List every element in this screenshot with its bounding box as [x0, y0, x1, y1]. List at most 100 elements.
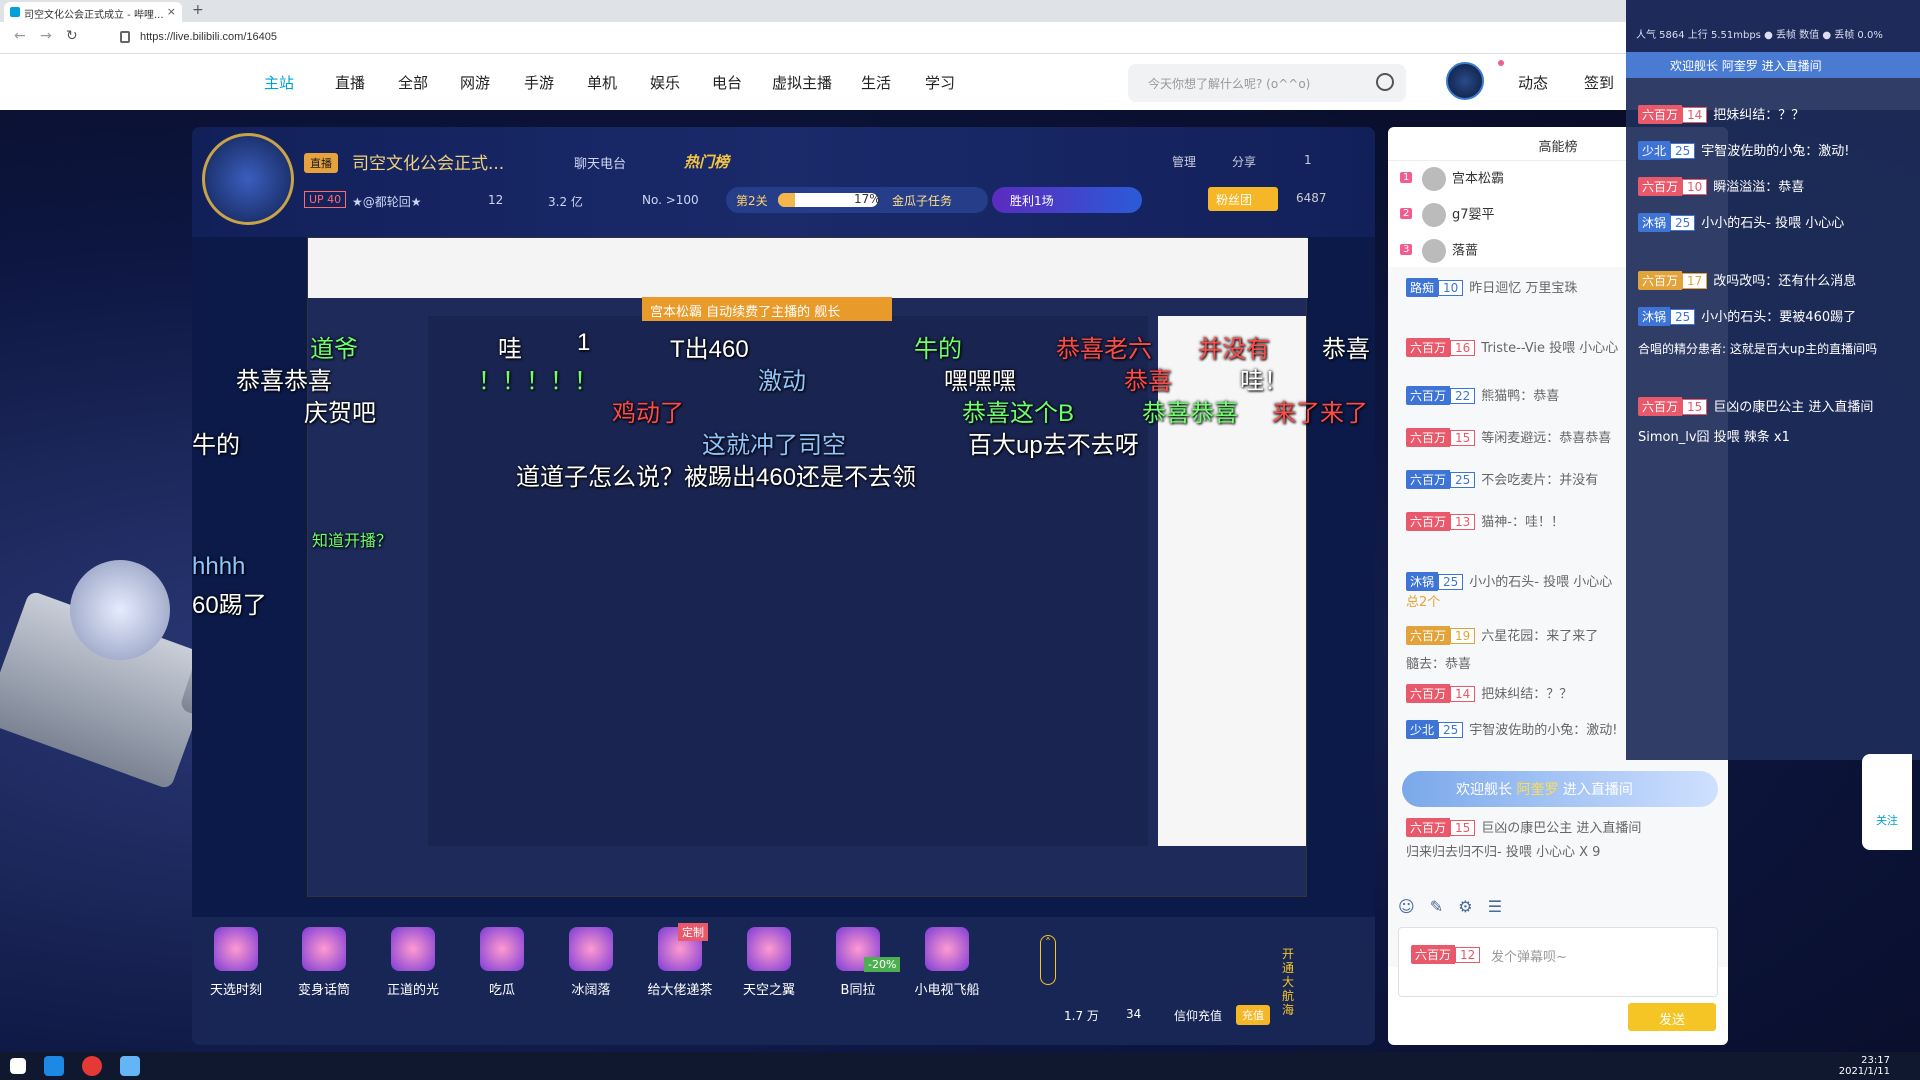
message-text: 把妹纠结：？？ [1481, 687, 1573, 702]
fan-medal[interactable]: 沐锅 [1406, 572, 1439, 591]
palette-icon[interactable]: ✎ [1430, 897, 1443, 916]
gift-item[interactable]: 天空之翼 [729, 927, 809, 998]
dynamics-link[interactable]: 动态 [1518, 72, 1548, 93]
video-stream[interactable]: 宫本松霸 自动续费了主播的 舰长 道爷 哇 1 T出460 牛的 恭喜老六 并没… [192, 237, 1375, 1027]
input-medal[interactable]: 六百万 12 [1411, 944, 1486, 964]
recharge-link[interactable]: 信仰充值 [1174, 1007, 1222, 1024]
message-text: 把妹纠结：？？ [1713, 108, 1805, 123]
emoji-icon[interactable]: ☺ [1398, 897, 1415, 916]
nav-item-radio[interactable]: 电台 [712, 72, 742, 93]
reload-icon[interactable]: ↻ [66, 28, 78, 44]
rank-value[interactable]: No. >100 [642, 193, 699, 207]
fan-medal[interactable]: 少北 [1406, 720, 1439, 739]
danmaku: 恭喜这个B [962, 400, 1075, 427]
avatar [1422, 167, 1446, 191]
rank-row[interactable]: 3 落蔷 [1400, 239, 1478, 269]
send-button[interactable]: 发送 [1628, 1003, 1716, 1031]
nav-item-life[interactable]: 生活 [861, 72, 891, 93]
overlay-message: 六百万 10 瞬溢溢溢：恭喜 [1638, 176, 1804, 196]
gift-lottery[interactable]: 天选时刻 [196, 927, 276, 998]
fan-medal[interactable]: 六百万 [1406, 684, 1451, 703]
danmaku: 嘿嘿嘿 [944, 368, 1016, 395]
hot-rank-label[interactable]: 热门榜 [684, 151, 729, 172]
fan-medal: 六百万 [1411, 945, 1456, 964]
recharge-button[interactable]: 充值 [1236, 1005, 1270, 1025]
forward-icon[interactable]: → [40, 28, 52, 44]
nav-item-mobile-games[interactable]: 手游 [524, 72, 554, 93]
welcome-prefix: 欢迎舰长 [1456, 782, 1512, 798]
nav-item-all[interactable]: 全部 [398, 72, 428, 93]
message-text: 改吗改吗：还有什么消息 [1713, 274, 1857, 289]
gift-item[interactable]: 吃瓜 [462, 927, 542, 998]
room-category[interactable]: 聊天电台 [574, 153, 626, 172]
chat-message: 六百万 15 等闲麦避远：恭喜恭喜 [1406, 427, 1611, 447]
fan-medal[interactable]: 六百万 [1406, 512, 1451, 531]
danmaku: 道爷 [310, 336, 358, 363]
overlay-message: 沐锅 25 小小的石头- 投喂 小心心 [1638, 212, 1844, 232]
nav-item-entertainment[interactable]: 娱乐 [650, 72, 680, 93]
fan-medal-level: 12 [1455, 947, 1481, 963]
rank-row[interactable]: 2 g7婴平 [1400, 203, 1495, 233]
gift-item[interactable]: 小电视飞船 [907, 927, 987, 998]
fan-medal[interactable]: 六百万 [1406, 626, 1451, 645]
history-icon[interactable]: ☰ [1488, 897, 1502, 916]
windows-start-icon[interactable] [10, 1058, 26, 1074]
open-fleet-button[interactable]: 开通大航海 [1282, 947, 1298, 1017]
fan-medal[interactable]: 六百万 [1406, 470, 1451, 489]
message-text: 六星花园：来了来了 [1481, 629, 1599, 644]
fan-medal[interactable]: 路痴 [1406, 278, 1439, 297]
fan-medal-level: 15 [1682, 399, 1708, 415]
search-input[interactable]: 今天你想了解什么呢? (o^^o) [1148, 75, 1310, 92]
url-field[interactable]: https://live.bilibili.com/16405 [140, 31, 277, 43]
streamer-name[interactable]: ★@都轮回★ [352, 193, 422, 210]
overlay-message: 六百万 17 改吗改吗：还有什么消息 [1638, 270, 1856, 290]
up-level-badge: UP 40 [304, 191, 347, 208]
close-tab-icon[interactable]: × [167, 5, 176, 18]
app-taskbar-icon[interactable] [82, 1056, 102, 1076]
checkin-link[interactable]: 签到 [1584, 72, 1614, 93]
danmaku: 哇！ [1240, 368, 1288, 395]
danmaku-input-box[interactable]: 六百万 12 发个弹幕呗~ [1398, 927, 1718, 997]
manage-button[interactable]: 管理 [1172, 153, 1196, 170]
gift-item[interactable]: 变身话筒 [284, 927, 364, 998]
gift-item[interactable]: 正道的光 [373, 927, 453, 998]
gift-label: B同拉 [840, 983, 876, 998]
user-avatar[interactable] [1446, 62, 1484, 100]
fans-club-button[interactable]: 粉丝团 [1208, 187, 1278, 211]
fan-medal-level: 14 [1682, 107, 1708, 123]
browser-tab[interactable]: 司空文化公会正式成立 - 哔哩... × [4, 2, 182, 22]
nav-item-vtuber[interactable]: 虚拟主播 [772, 72, 832, 93]
nav-item-home[interactable]: 主站 [264, 72, 294, 93]
fan-medal: 六百万 [1638, 105, 1683, 124]
share-button[interactable]: 分享 [1232, 153, 1256, 170]
nav-item-online-games[interactable]: 网游 [460, 72, 490, 93]
search-icon[interactable] [1376, 73, 1394, 91]
new-tab-icon[interactable]: + [192, 2, 204, 18]
system-clock[interactable]: 23:17 2021/1/11 [1839, 1055, 1890, 1077]
follow-button[interactable]: 关注 [1862, 754, 1912, 850]
danmaku-input[interactable]: 发个弹幕呗~ [1491, 946, 1567, 965]
gift-message: 归来归去归不归- 投喂 小心心 X 9 [1406, 845, 1601, 860]
nav-item-study[interactable]: 学习 [925, 72, 955, 93]
mission-progress[interactable]: 第2关 17% 金瓜子任务 [726, 187, 988, 213]
nav-item-single-player[interactable]: 单机 [587, 72, 617, 93]
fan-medal-level: 25 [1670, 215, 1696, 231]
wing-gift-icon [747, 927, 791, 971]
gift-item[interactable]: 冰阔落 [551, 927, 631, 998]
back-icon[interactable]: ← [14, 28, 26, 44]
browser-taskbar-icon[interactable] [44, 1056, 64, 1076]
search-box[interactable]: 今天你想了解什么呢? (o^^o) [1128, 64, 1406, 102]
streamer-avatar[interactable] [202, 133, 294, 225]
fan-medal[interactable]: 六百万 [1406, 386, 1451, 405]
settings-icon[interactable]: ⚙ [1458, 897, 1472, 916]
window-taskbar-icon[interactable] [120, 1056, 140, 1076]
chevron-up-icon[interactable]: ˄ [1040, 935, 1056, 985]
nav-item-live[interactable]: 直播 [335, 72, 365, 93]
danmaku: 60踢了 [192, 592, 267, 619]
rank-row[interactable]: 1 宫本松霸 [1400, 167, 1504, 197]
fan-medal[interactable]: 六百万 [1406, 818, 1451, 837]
fan-medal[interactable]: 六百万 [1406, 428, 1451, 447]
win-badge[interactable]: 胜利1场 [992, 187, 1142, 213]
danmaku: 并没有 [1198, 336, 1270, 363]
fan-medal[interactable]: 六百万 [1406, 338, 1451, 357]
